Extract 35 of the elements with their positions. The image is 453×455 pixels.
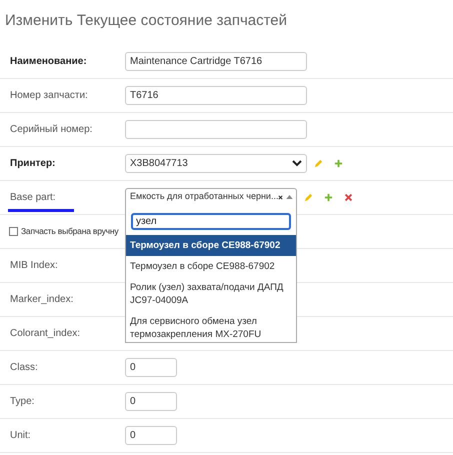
dropdown-option[interactable]: Для сервисного обмена узел термозакрепления MX-270FU — [126, 310, 296, 342]
dropdown-option[interactable]: Термоузел в сборе CE988-67902 — [126, 256, 296, 276]
field-label: Принтер: — [10, 156, 56, 170]
clear-icon[interactable] — [278, 194, 284, 200]
field-label: Unit: — [10, 428, 32, 442]
field-label: Наименование: — [10, 54, 88, 68]
dropdown-option[interactable]: Ролик (узел) захвата/подачи ДАПД JC97-04009A — [126, 276, 296, 310]
field-label: Type: — [10, 394, 36, 408]
text-field[interactable]: Maintenance Cartridge T6716 — [125, 52, 307, 70]
add-icon[interactable] — [324, 192, 333, 202]
number-field[interactable]: 0 — [125, 426, 177, 444]
dropdown-option[interactable]: Термоузел в сборе CE988-67902 — [126, 234, 296, 256]
pencil-icon[interactable] — [304, 192, 313, 202]
text-field[interactable] — [125, 120, 307, 138]
select-field[interactable]: X3B8047713 — [125, 154, 307, 172]
autocomplete-field[interactable]: Емкость для отработанных черни... — [125, 188, 297, 206]
field-label: Base part: — [10, 190, 57, 204]
text-field[interactable]: T6716 — [125, 86, 307, 104]
field-label: MIB Index: — [10, 258, 59, 272]
chevron-down-icon — [292, 160, 302, 166]
number-field[interactable]: 0 — [125, 358, 177, 376]
field-label: Class: — [10, 360, 39, 374]
checkbox[interactable] — [9, 226, 18, 236]
field-label: Marker_index: — [10, 292, 74, 306]
caret-up-icon — [286, 195, 294, 199]
add-icon[interactable] — [334, 158, 343, 168]
search-field[interactable]: узел — [131, 212, 291, 230]
page-title: Изменить Текущее состояние запчастей — [4, 11, 288, 31]
field-label: Номер запчасти: — [10, 88, 89, 102]
checkbox-label: Запчасть выбрана вручну — [21, 224, 118, 238]
field-label: Серийный номер: — [10, 122, 94, 136]
delete-icon[interactable] — [344, 192, 353, 202]
pencil-icon[interactable] — [314, 158, 323, 168]
field-label: Colorant_index: — [10, 326, 82, 340]
number-field[interactable]: 0 — [125, 392, 177, 410]
